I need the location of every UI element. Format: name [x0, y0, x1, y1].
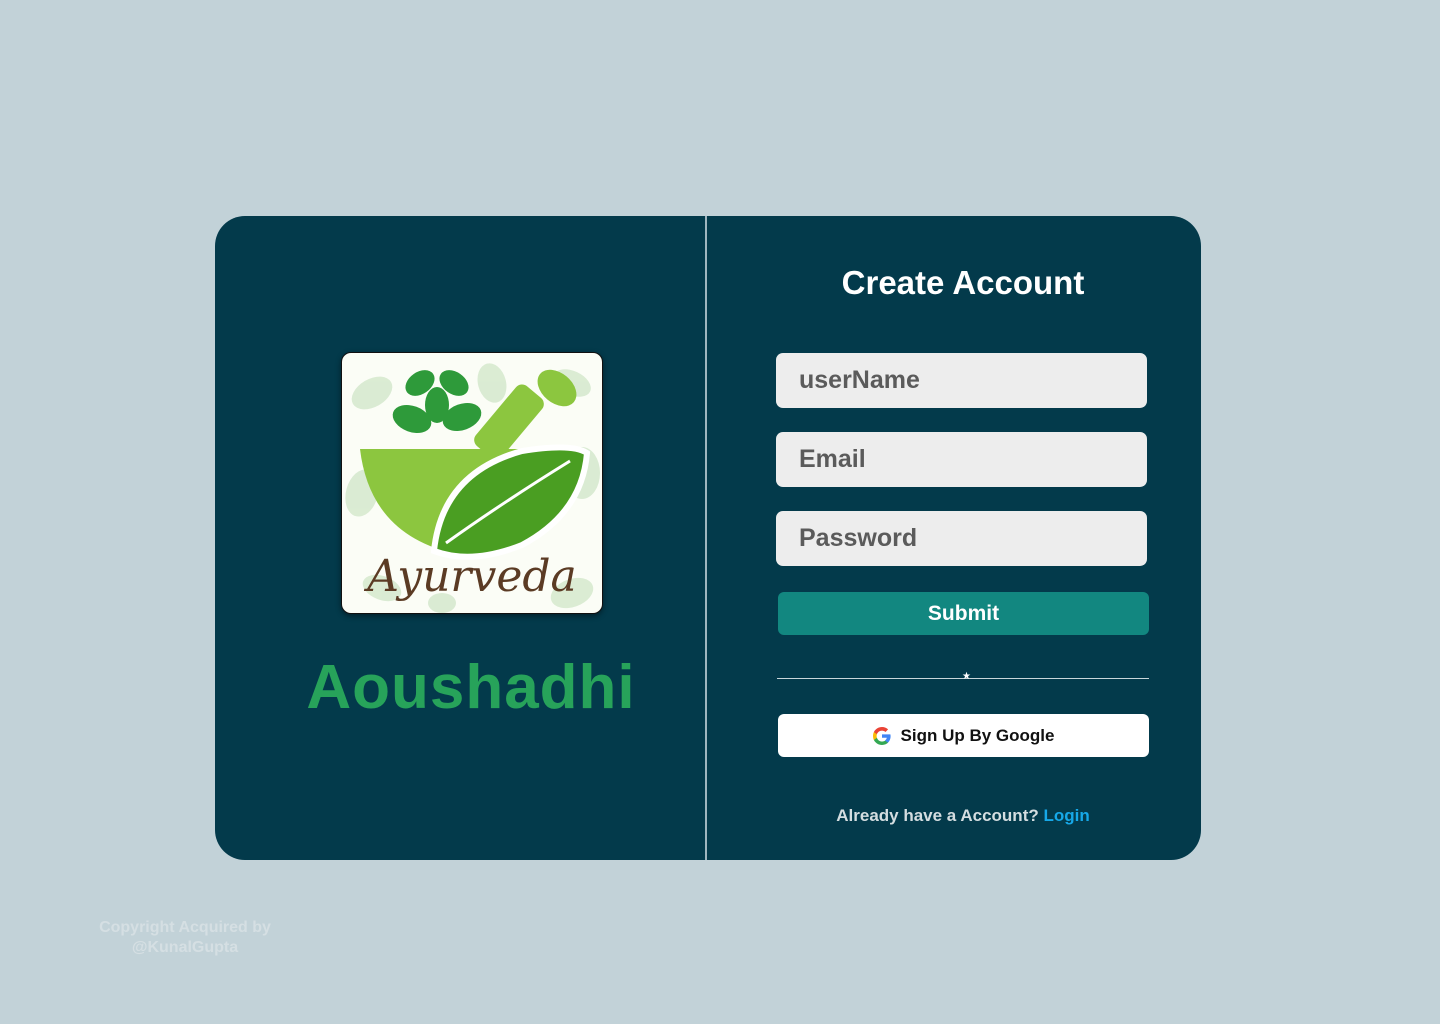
google-signup-label: Sign Up By Google	[900, 725, 1055, 745]
ayurveda-logo: Ayurveda	[341, 352, 603, 614]
brand-name: Aoushadhi	[306, 653, 636, 722]
submit-button[interactable]: Submit	[778, 592, 1149, 635]
account-prompt-text: Already have a Account?	[836, 806, 1039, 825]
signup-card: Ayurveda Aoushadhi Create Account Submit…	[215, 216, 1201, 860]
copyright-line-1: Copyright Acquired by	[99, 919, 271, 936]
email-field[interactable]	[776, 432, 1147, 487]
login-prompt: Already have a Account? Login	[775, 806, 1151, 826]
login-link[interactable]: Login	[1043, 806, 1089, 825]
logo-text: Ayurveda	[363, 551, 577, 602]
copyright-line-2: @KunalGupta	[131, 939, 239, 956]
divider-star-icon: ★	[962, 671, 971, 682]
username-field[interactable]	[776, 353, 1147, 408]
form-title: Create Account	[841, 264, 1085, 301]
card-divider	[705, 216, 707, 860]
google-signup-button[interactable]: Sign Up By Google	[778, 714, 1149, 757]
copyright-text: Copyright Acquired by @KunalGupta	[90, 918, 280, 958]
mortar-pestle-leaf-icon: Ayurveda	[345, 363, 600, 613]
password-field[interactable]	[776, 511, 1147, 566]
google-g-icon	[872, 726, 891, 745]
